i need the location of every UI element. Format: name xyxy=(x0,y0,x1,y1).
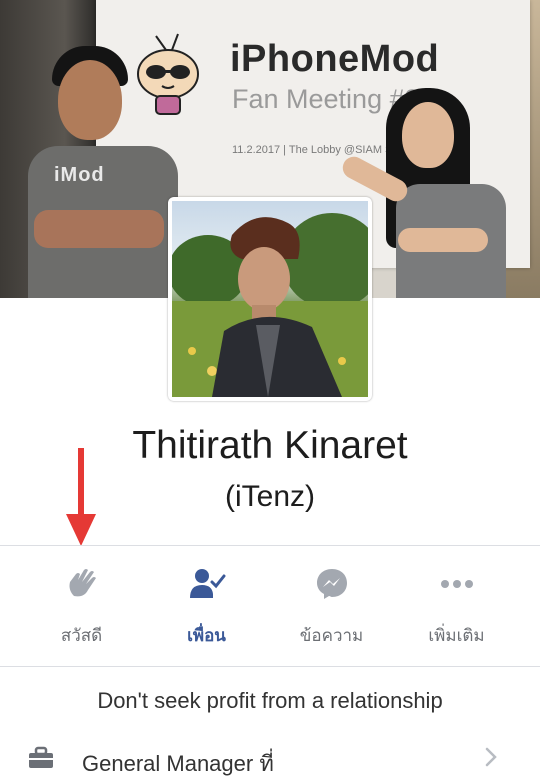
more-label: เพิ่มเติม xyxy=(428,626,485,646)
friends-check-icon xyxy=(139,566,274,606)
work-text: General Manager ที่ xyxy=(82,751,274,776)
profile-photo xyxy=(172,201,368,397)
work-info-row[interactable]: General Manager ที่ xyxy=(0,730,540,776)
friends-label: เพื่อน xyxy=(187,626,226,646)
say-hi-button[interactable]: สวัสดี xyxy=(14,546,149,666)
briefcase-icon xyxy=(29,746,53,768)
profile-action-bar: สวัสดี เพื่อน ข้อความ เพิ่มเติม xyxy=(0,546,540,666)
message-label: ข้อความ xyxy=(299,626,364,646)
profile-bio: Don't seek profit from a relationship xyxy=(97,688,443,713)
profile-photo-illustration xyxy=(172,213,368,397)
friends-button[interactable]: เพื่อน xyxy=(139,546,274,666)
messenger-icon xyxy=(264,566,399,606)
shirt-print: iMod xyxy=(54,164,105,186)
annotation-arrow-icon xyxy=(66,448,96,546)
say-hi-label: สวัสดี xyxy=(60,626,103,646)
banner-title: iPhoneMod xyxy=(230,38,440,80)
wave-hand-icon xyxy=(14,566,149,606)
cover-person-left: iMod xyxy=(28,40,188,298)
more-button[interactable]: เพิ่มเติม xyxy=(389,546,524,666)
profile-picture[interactable] xyxy=(168,197,372,401)
chevron-right-icon xyxy=(485,747,497,767)
more-icon xyxy=(389,566,524,606)
message-button[interactable]: ข้อความ xyxy=(264,546,399,666)
divider-bottom xyxy=(0,666,540,667)
